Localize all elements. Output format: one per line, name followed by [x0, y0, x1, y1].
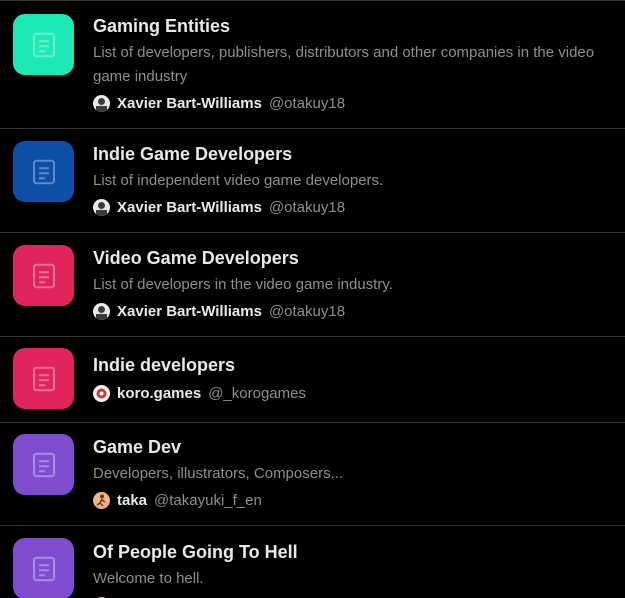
list-icon — [32, 263, 55, 288]
owner-handle: @otakuy18 — [268, 198, 346, 216]
owner-name[interactable]: koro.games — [117, 385, 201, 402]
list-icon — [32, 556, 55, 581]
list-description: List of developers, publishers, distribu… — [93, 44, 595, 85]
list-name[interactable]: Indie Game Developers — [93, 143, 625, 165]
list-owner[interactable]: Xavier Bart-Williams @otakuy18 — [93, 196, 625, 218]
owner-handle: @otakuy18 — [268, 302, 346, 320]
list-thumbnail — [13, 348, 74, 409]
list-description: List of developers in the video game ind… — [93, 276, 393, 293]
list-icon — [32, 32, 55, 57]
list-thumbnail — [13, 538, 74, 598]
list-owner[interactable]: Xavier Bart-Williams @otakuy18 — [93, 92, 625, 114]
owner-name[interactable]: Xavier Bart-Williams — [117, 95, 262, 112]
list-name[interactable]: Gaming Entities — [93, 15, 625, 37]
list-item[interactable]: Indie Game Developers List of independen… — [0, 128, 625, 232]
list-thumbnail — [13, 141, 74, 202]
avatar[interactable] — [93, 491, 110, 509]
list-icon — [32, 366, 55, 391]
list-thumbnail — [13, 245, 74, 306]
list-item[interactable]: Video Game Developers List of developers… — [0, 232, 625, 336]
list-owner[interactable]: koro.games @_korogames — [93, 382, 625, 404]
list-icon — [32, 159, 55, 184]
owner-handle: @takayuki_f_en — [154, 491, 262, 509]
list-owner[interactable]: taka @takayuki_f_en — [93, 489, 625, 511]
list-item[interactable]: Indie developers koro.games @_korogames — [0, 336, 625, 422]
list-owner[interactable] — [93, 594, 625, 598]
avatar[interactable] — [93, 198, 110, 216]
list-item[interactable]: Gaming Entities List of developers, publ… — [0, 0, 625, 128]
list-name[interactable]: Indie developers — [93, 354, 625, 376]
list-name[interactable]: Game Dev — [93, 436, 625, 458]
list-name[interactable]: Of People Going To Hell — [93, 541, 625, 563]
list-description: Welcome to hell. — [93, 570, 204, 587]
list-thumbnail — [13, 14, 74, 75]
owner-handle: @otakuy18 — [268, 94, 346, 112]
list-item[interactable]: Game Dev Developers, illustrators, Compo… — [0, 422, 625, 526]
list-name[interactable]: Video Game Developers — [93, 247, 625, 269]
avatar[interactable] — [93, 384, 110, 402]
owner-name[interactable]: Xavier Bart-Williams — [117, 199, 262, 216]
owner-handle: @_korogames — [208, 384, 306, 402]
list-icon — [32, 452, 55, 477]
list-thumbnail — [13, 434, 74, 495]
list-owner[interactable]: Xavier Bart-Williams @otakuy18 — [93, 300, 625, 322]
avatar[interactable] — [93, 94, 110, 112]
list-description: Developers, illustrators, Composers... — [93, 465, 344, 482]
list-item[interactable]: Of People Going To Hell Welcome to hell. — [0, 525, 625, 598]
avatar[interactable] — [93, 302, 110, 320]
owner-name[interactable]: Xavier Bart-Williams — [117, 303, 262, 320]
list-description: List of independent video game developer… — [93, 172, 384, 189]
owner-name[interactable]: taka — [117, 492, 147, 509]
